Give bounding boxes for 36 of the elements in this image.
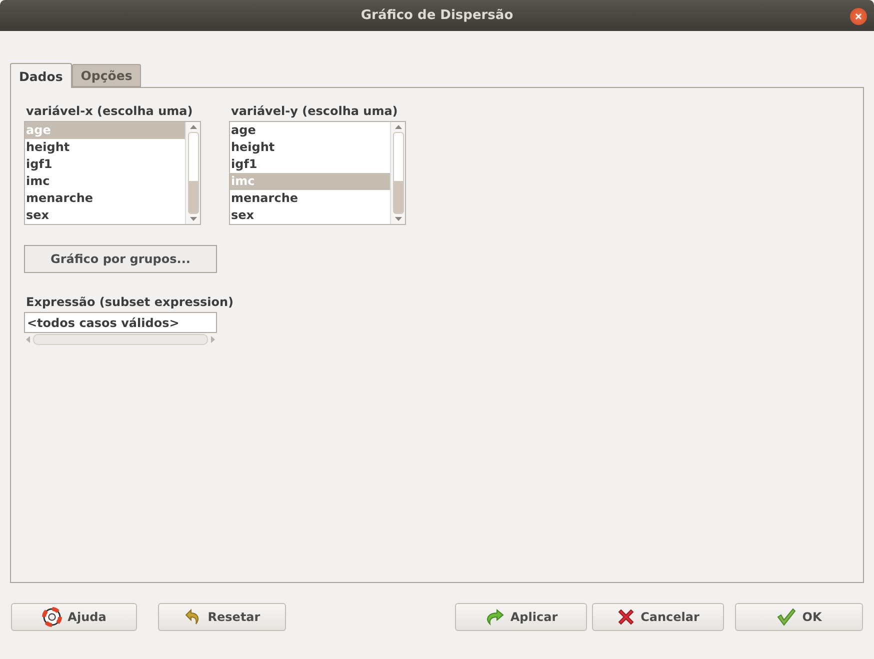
lifebuoy-icon (42, 607, 62, 627)
list-label: variável-x (escolha uma) (25, 104, 194, 118)
close-button[interactable] (850, 8, 867, 25)
list-item[interactable]: sex (25, 207, 185, 224)
tab[interactable]: Opções (72, 64, 142, 87)
scrollbar-thumb[interactable] (188, 181, 198, 213)
vertical-scrollbar[interactable] (390, 122, 405, 224)
plot-by-groups-button[interactable]: Gráfico por grupos... (24, 245, 217, 273)
tab[interactable]: Dados (10, 63, 72, 88)
field-label: Expressão (subset expression) (25, 295, 235, 309)
variable-list[interactable]: age height igf1 imc menarche sex (229, 121, 406, 225)
window-title: Gráfico de Dispersão (360, 8, 514, 23)
apply-button[interactable]: Aplicar (455, 603, 587, 631)
scrollbar-thumb[interactable] (394, 181, 402, 213)
list-item[interactable]: imc (25, 173, 185, 190)
x-mark-icon (616, 608, 635, 626)
help-button[interactable]: Ajuda (11, 603, 137, 631)
check-mark-icon (776, 608, 796, 626)
list-item[interactable]: menarche (25, 190, 185, 207)
vertical-scrollbar[interactable] (185, 122, 200, 224)
cancel-button[interactable]: Cancelar (592, 603, 724, 631)
list-item[interactable]: age (230, 122, 390, 139)
list-item[interactable]: sex (230, 207, 390, 224)
list-label: variável-y (escolha uma) (230, 104, 399, 118)
horizontal-scrollbar[interactable] (24, 333, 217, 346)
list-item[interactable]: igf1 (25, 156, 185, 173)
list-item[interactable]: igf1 (230, 156, 390, 173)
list-item[interactable]: height (230, 139, 390, 156)
ok-button[interactable]: OK (735, 603, 863, 631)
list-item[interactable]: height (25, 139, 185, 156)
list-item[interactable]: menarche (230, 190, 390, 207)
close-icon (855, 13, 862, 20)
subset-expression-field[interactable]: <todos casos válidos> (24, 312, 217, 333)
redo-arrow-icon (484, 608, 504, 626)
reset-button[interactable]: Resetar (158, 603, 286, 631)
variable-list[interactable]: age height igf1 imc menarche sex (24, 121, 201, 225)
